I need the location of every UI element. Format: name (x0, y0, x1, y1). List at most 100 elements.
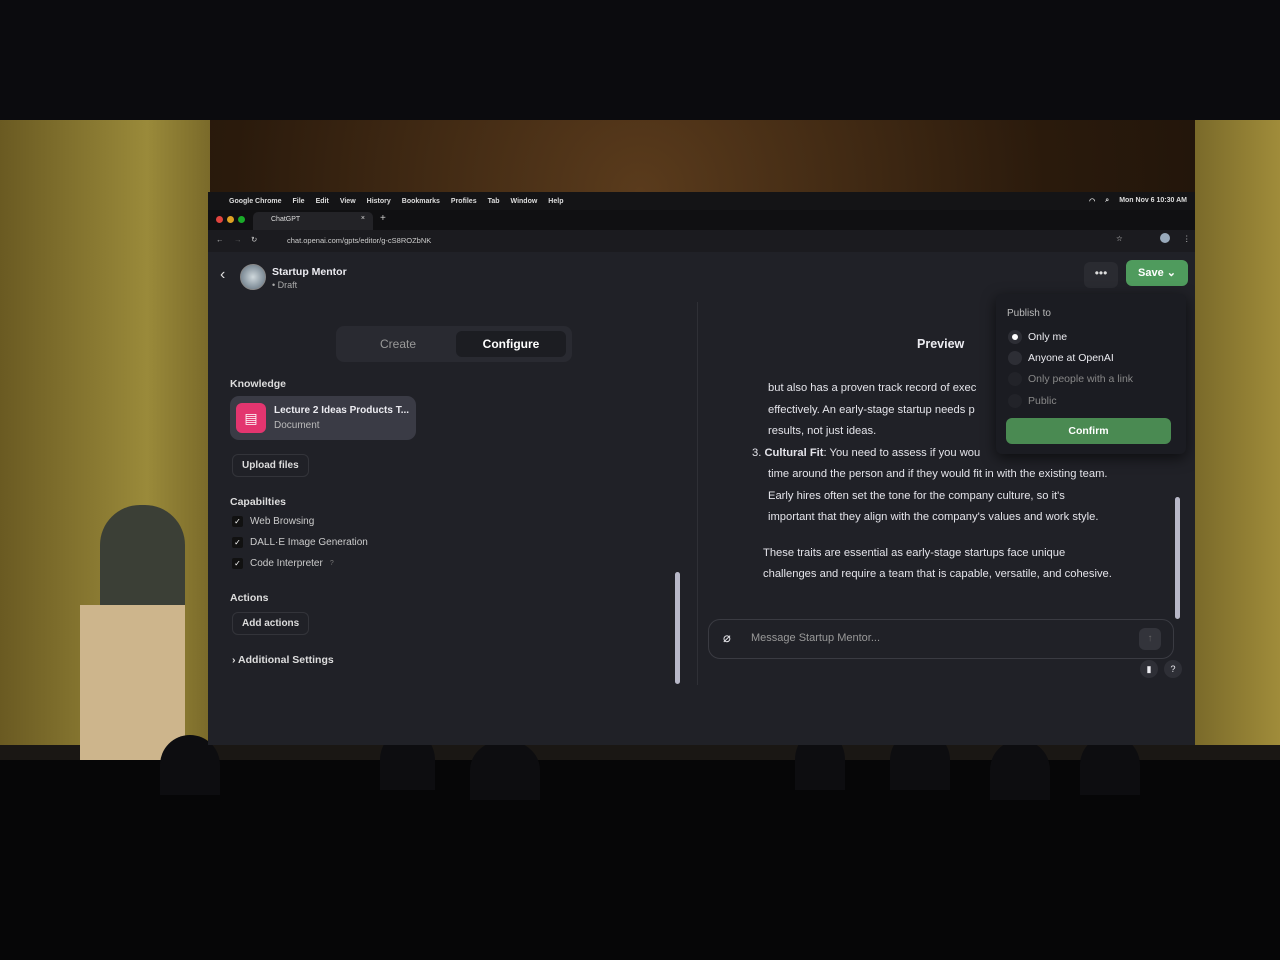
close-tab-icon[interactable]: × (361, 215, 365, 222)
draft-status: • Draft (272, 280, 298, 290)
clock[interactable]: Mon Nov 6 10:30 AM (1119, 197, 1187, 205)
back-chevron-icon[interactable]: ‹ (220, 266, 225, 284)
capability-label: Web Browsing (250, 516, 315, 527)
response-line: challenges and require a team that is ca… (763, 568, 1112, 580)
knowledge-label: Knowledge (230, 378, 287, 390)
gpt-avatar (240, 264, 266, 290)
checkbox-checked-icon[interactable]: ✓ (232, 516, 243, 527)
option-label: Anyone at OpenAI (1028, 352, 1114, 364)
browser-tab[interactable]: ChatGPT × (253, 212, 373, 230)
publish-dropdown: Publish to Only me Anyone at OpenAI Only… (996, 294, 1186, 454)
maximize-window-button[interactable] (238, 216, 245, 223)
preview-scrollbar[interactable] (1175, 497, 1180, 619)
url-input[interactable]: chat.openai.com/gpts/editor/g-cS8ROZbNK (287, 236, 431, 245)
preview-title: Preview (917, 337, 965, 351)
tab-create[interactable]: Create (344, 331, 452, 357)
menu-profiles[interactable]: Profiles (451, 198, 477, 205)
back-arrow-icon[interactable]: ← (216, 235, 224, 244)
audience (0, 730, 1280, 960)
forward-arrow-icon[interactable]: → (234, 235, 242, 244)
option-label: Public (1028, 395, 1057, 407)
reload-icon[interactable]: ↻ (251, 235, 257, 244)
projected-screen: Google Chrome File Edit View History Boo… (208, 192, 1195, 745)
response-line: important that they align with the compa… (768, 511, 1099, 523)
knowledge-file[interactable]: ▤ Lecture 2 Ideas Products T... Document (230, 396, 416, 440)
send-arrow-icon[interactable]: ↑ (1139, 628, 1161, 650)
list-number: 3. (752, 446, 762, 459)
capability-dalle[interactable]: ✓ DALL·E Image Generation (232, 532, 368, 553)
menu-edit[interactable]: Edit (316, 198, 329, 205)
os-menu-bar: Google Chrome File Edit View History Boo… (208, 192, 1195, 210)
capability-web-browsing[interactable]: ✓ Web Browsing (232, 511, 368, 532)
radio-disabled[interactable] (1008, 372, 1022, 386)
menu-file[interactable]: File (293, 198, 305, 205)
podium (80, 605, 185, 765)
option-label: Only me (1028, 331, 1068, 343)
confirm-button[interactable]: Confirm (1006, 418, 1171, 444)
gpt-title: Startup Mentor (272, 266, 347, 278)
menu-help[interactable]: Help (548, 198, 563, 205)
checkbox-checked-icon[interactable]: ✓ (232, 537, 243, 548)
capability-label: DALL·E Image Generation (250, 537, 368, 548)
actions-label: Actions (230, 592, 269, 604)
radio[interactable] (1008, 351, 1022, 365)
additional-settings-label: Additional Settings (238, 654, 334, 666)
stats-icon[interactable]: ▮ (1140, 660, 1158, 678)
help-icon[interactable]: ? (330, 560, 334, 567)
status-text: Draft (277, 280, 298, 290)
document-icon: ▤ (236, 403, 266, 433)
new-tab-icon[interactable]: + (380, 213, 386, 224)
capability-code-interpreter[interactable]: ✓ Code Interpreter? (232, 553, 368, 574)
menu-history[interactable]: History (367, 198, 391, 205)
minimize-window-button[interactable] (227, 216, 234, 223)
publish-option-only-me[interactable]: Only me (1008, 330, 1067, 344)
menu-app[interactable]: Google Chrome (229, 198, 282, 205)
message-input[interactable]: ⌀ Message Startup Mentor... ↑ (708, 619, 1174, 659)
additional-settings-toggle[interactable]: › Additional Settings (232, 654, 334, 666)
checkbox-checked-icon[interactable]: ✓ (232, 558, 243, 569)
tab-configure[interactable]: Configure (456, 331, 566, 357)
file-type: Document (274, 420, 320, 431)
menu-tab[interactable]: Tab (488, 198, 500, 205)
capability-label: Code Interpreter (250, 558, 323, 569)
menu-window[interactable]: Window (511, 198, 538, 205)
save-label: Save (1138, 267, 1164, 279)
save-button[interactable]: Save ⌄ (1126, 260, 1188, 286)
radio-selected[interactable] (1008, 330, 1022, 344)
browser-menu-icon[interactable]: ⋮ (1183, 234, 1191, 243)
menu-view[interactable]: View (340, 198, 356, 205)
publish-option-link[interactable]: Only people with a link (1008, 372, 1133, 386)
publish-option-public[interactable]: Public (1008, 394, 1057, 408)
chevron-right-icon: › (232, 654, 236, 666)
response-line: These traits are essential as early-stag… (763, 546, 1066, 559)
address-bar: ← → ↻ chat.openai.com/gpts/editor/g-cS8R… (208, 230, 1195, 252)
left-scrollbar[interactable] (675, 572, 680, 684)
tab-title: ChatGPT (271, 216, 301, 223)
wifi-icon[interactable]: ◠ (1089, 197, 1095, 205)
publish-to-label: Publish to (1007, 308, 1051, 319)
file-name: Lecture 2 Ideas Products T... (274, 405, 410, 416)
list-item-title: Cultural Fit (764, 446, 824, 459)
capabilities-list: ✓ Web Browsing ✓ DALL·E Image Generation ✓… (232, 511, 368, 574)
response-line: : You need to assess if you wou (823, 446, 981, 459)
response-line: Early hires often set the tone for the c… (768, 489, 1065, 502)
star-icon[interactable]: ☆ (1116, 234, 1123, 243)
search-icon[interactable]: ⌕ (1105, 197, 1109, 205)
chevron-down-icon: ⌄ (1166, 267, 1176, 279)
tab-bar: ChatGPT × + (208, 210, 1195, 230)
add-actions-button[interactable]: Add actions (232, 612, 310, 635)
option-label: Only people with a link (1028, 373, 1134, 385)
publish-option-openai[interactable]: Anyone at OpenAI (1008, 351, 1114, 365)
upload-files-button[interactable]: Upload files (232, 454, 309, 477)
profile-avatar[interactable] (1160, 233, 1170, 243)
radio-disabled[interactable] (1008, 394, 1022, 408)
paperclip-icon[interactable]: ⌀ (723, 630, 731, 646)
presenter (100, 505, 185, 610)
more-options-button[interactable]: ••• (1084, 262, 1118, 288)
pane-divider (697, 302, 698, 685)
response-line: time around the person and if they would… (768, 468, 1108, 480)
close-window-button[interactable] (216, 216, 223, 223)
help-button[interactable]: ? (1164, 660, 1182, 678)
message-placeholder: Message Startup Mentor... (751, 632, 881, 644)
menu-bookmarks[interactable]: Bookmarks (402, 198, 440, 205)
